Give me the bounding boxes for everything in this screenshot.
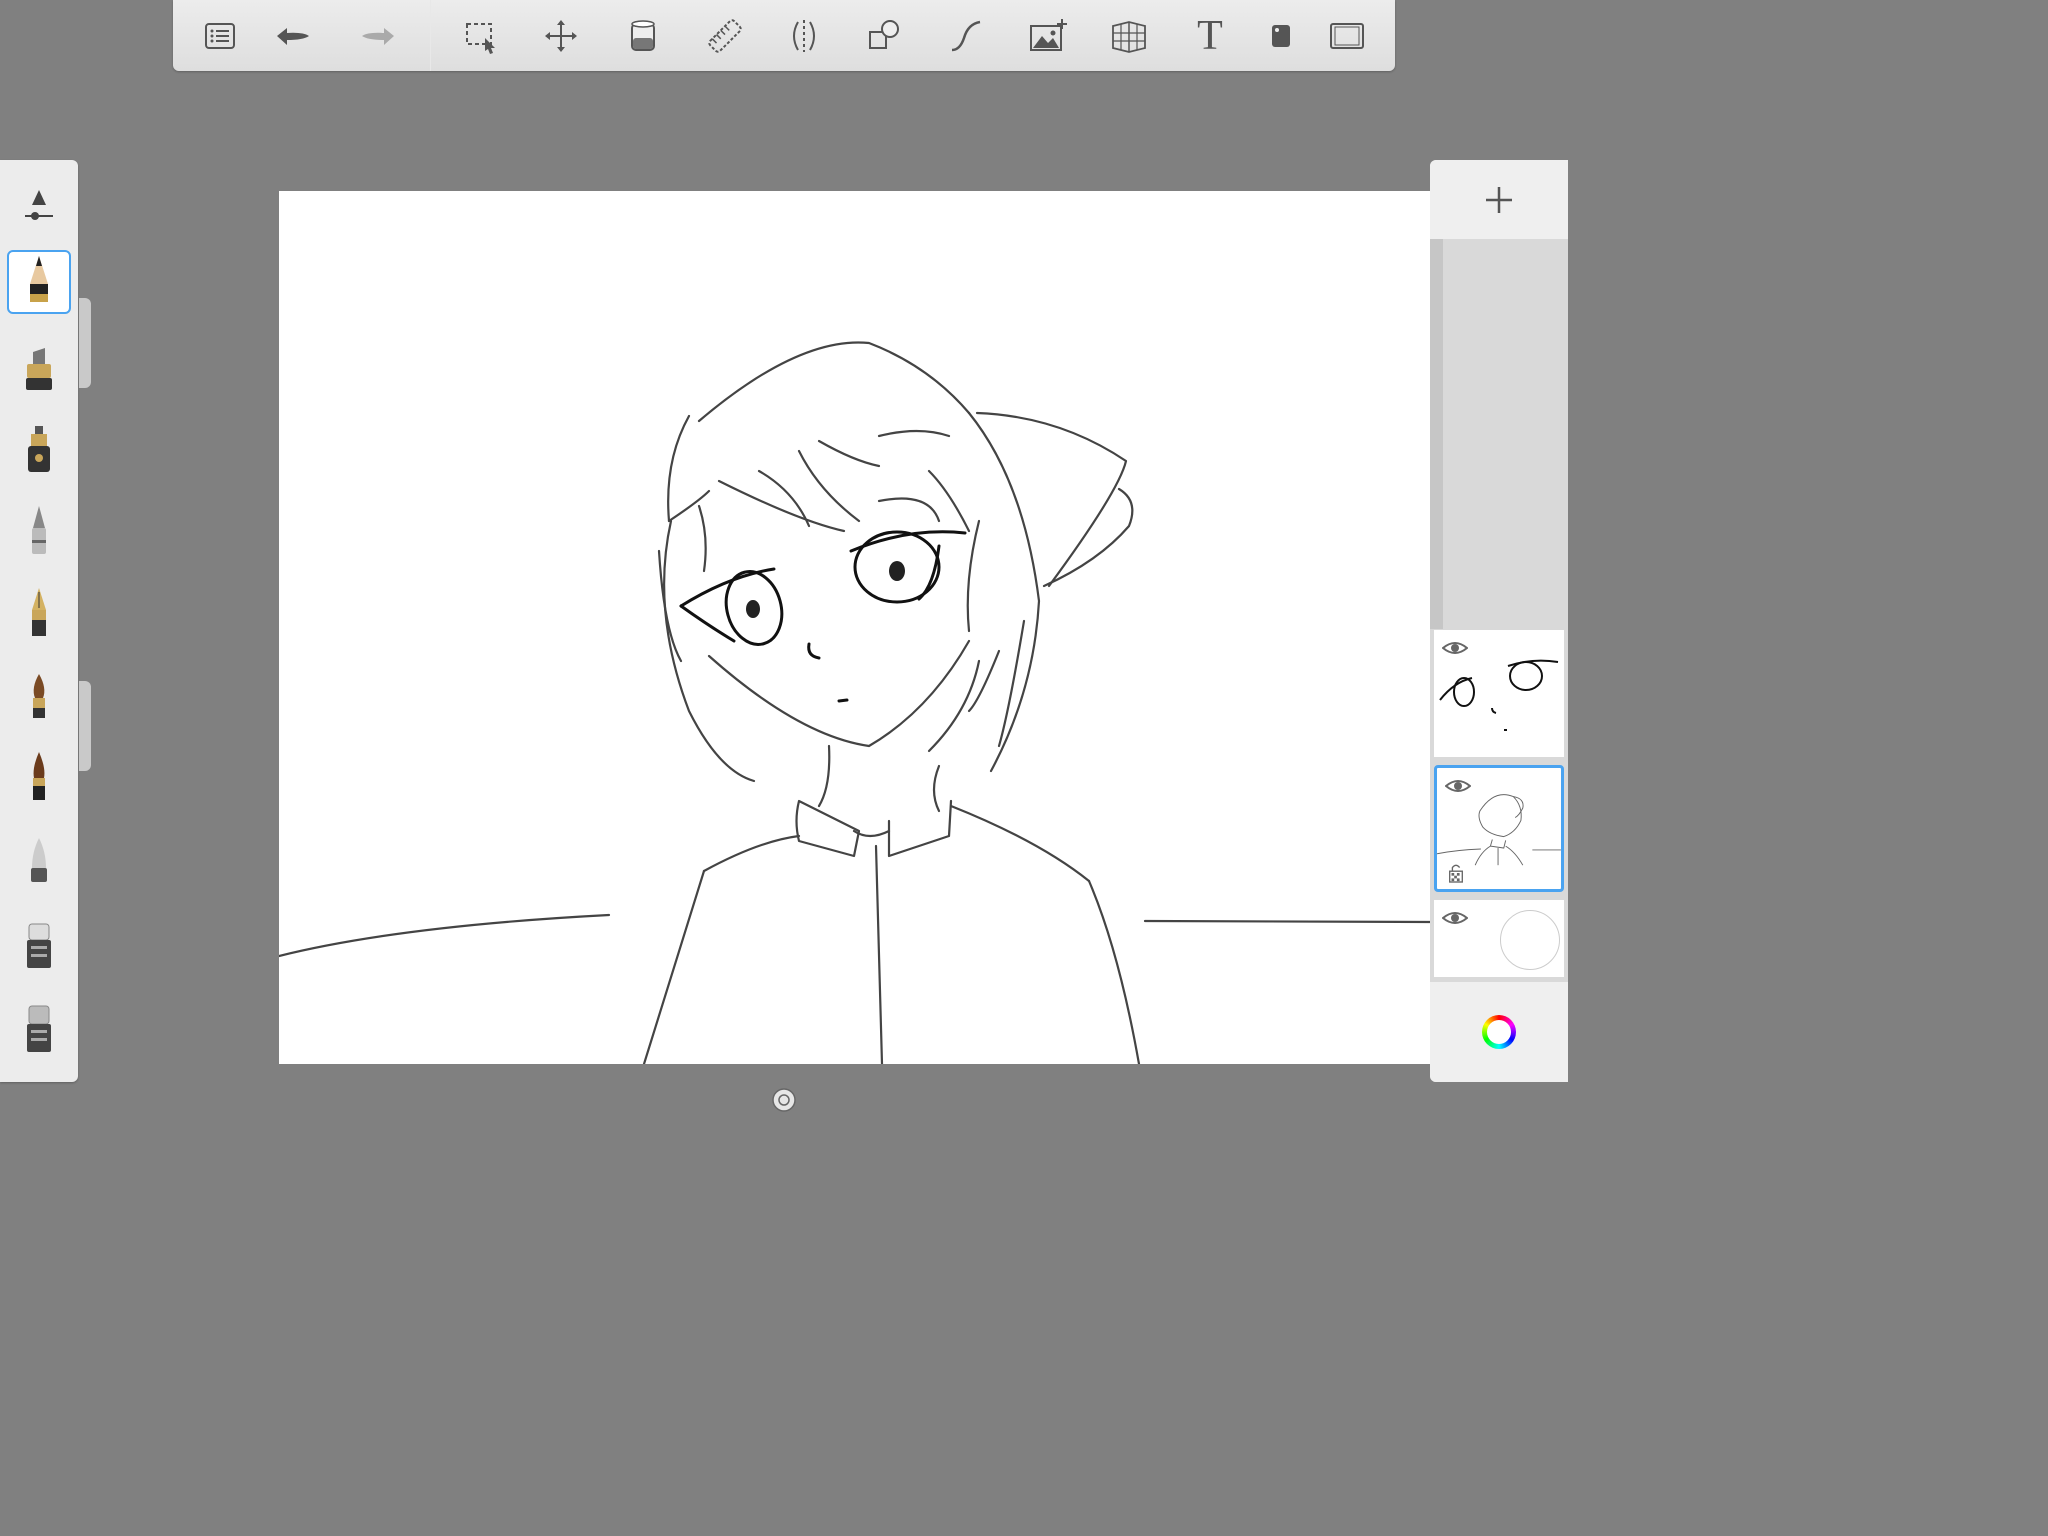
- brush-palette: [0, 160, 78, 1082]
- color-wheel-icon[interactable]: [1482, 1015, 1516, 1049]
- marker-icon[interactable]: [7, 334, 71, 398]
- add-layer-button[interactable]: [1430, 160, 1568, 239]
- phone-icon[interactable]: [1257, 12, 1305, 60]
- paint-bucket-icon[interactable]: [619, 12, 667, 60]
- top-toolbar: T: [173, 0, 1395, 71]
- list-icon[interactable]: [196, 12, 244, 60]
- hard-eraser-icon[interactable]: [7, 996, 71, 1060]
- soft-eraser-icon[interactable]: [7, 828, 71, 892]
- text-icon[interactable]: T: [1186, 12, 1234, 60]
- canvas-puck-icon[interactable]: [772, 1088, 796, 1112]
- visibility-eye-icon[interactable]: [1445, 776, 1471, 796]
- lock-transparency-icon[interactable]: [1447, 863, 1465, 883]
- perspective-grid-icon[interactable]: [1105, 12, 1153, 60]
- toolbar-divider: [430, 0, 431, 71]
- frame-icon[interactable]: [1323, 12, 1371, 60]
- layer-background[interactable]: [1434, 900, 1564, 977]
- shapes-icon[interactable]: [861, 12, 909, 60]
- brush-palette-grip-top[interactable]: [79, 298, 91, 388]
- fountain-pen-icon[interactable]: [7, 580, 71, 644]
- add-image-icon[interactable]: [1024, 12, 1072, 60]
- ruler-icon[interactable]: [701, 12, 749, 60]
- text-tool-label: T: [1197, 13, 1223, 59]
- pencil-icon[interactable]: [7, 250, 71, 314]
- plus-icon: [1486, 186, 1512, 213]
- stroke-curve-icon[interactable]: [942, 12, 990, 60]
- background-color-swatch[interactable]: [1500, 910, 1560, 970]
- layer-panel: [1430, 160, 1568, 1082]
- move-icon[interactable]: [537, 12, 585, 60]
- airbrush-icon[interactable]: [7, 416, 71, 480]
- ballpoint-pen-icon[interactable]: [7, 498, 71, 562]
- undo-icon[interactable]: [269, 12, 317, 60]
- sketch-drawing: [279, 341, 1430, 1064]
- symmetry-icon[interactable]: [780, 12, 828, 60]
- visibility-eye-icon[interactable]: [1442, 908, 1468, 928]
- color-picker-area: [1430, 982, 1568, 1082]
- layer-sketch[interactable]: [1434, 765, 1564, 892]
- layer-scrollbar[interactable]: [1430, 239, 1443, 629]
- selection-icon[interactable]: [457, 12, 505, 60]
- brush-properties-icon[interactable]: [7, 170, 71, 234]
- layer-eyes[interactable]: [1434, 630, 1564, 757]
- visibility-eye-icon[interactable]: [1442, 638, 1468, 658]
- ink-brush-icon[interactable]: [7, 744, 71, 808]
- drawing-canvas[interactable]: [279, 191, 1430, 1064]
- paintbrush-icon[interactable]: [7, 662, 71, 726]
- redo-icon[interactable]: [354, 12, 402, 60]
- brush-palette-grip-bottom[interactable]: [79, 681, 91, 771]
- eraser-icon[interactable]: [7, 912, 71, 976]
